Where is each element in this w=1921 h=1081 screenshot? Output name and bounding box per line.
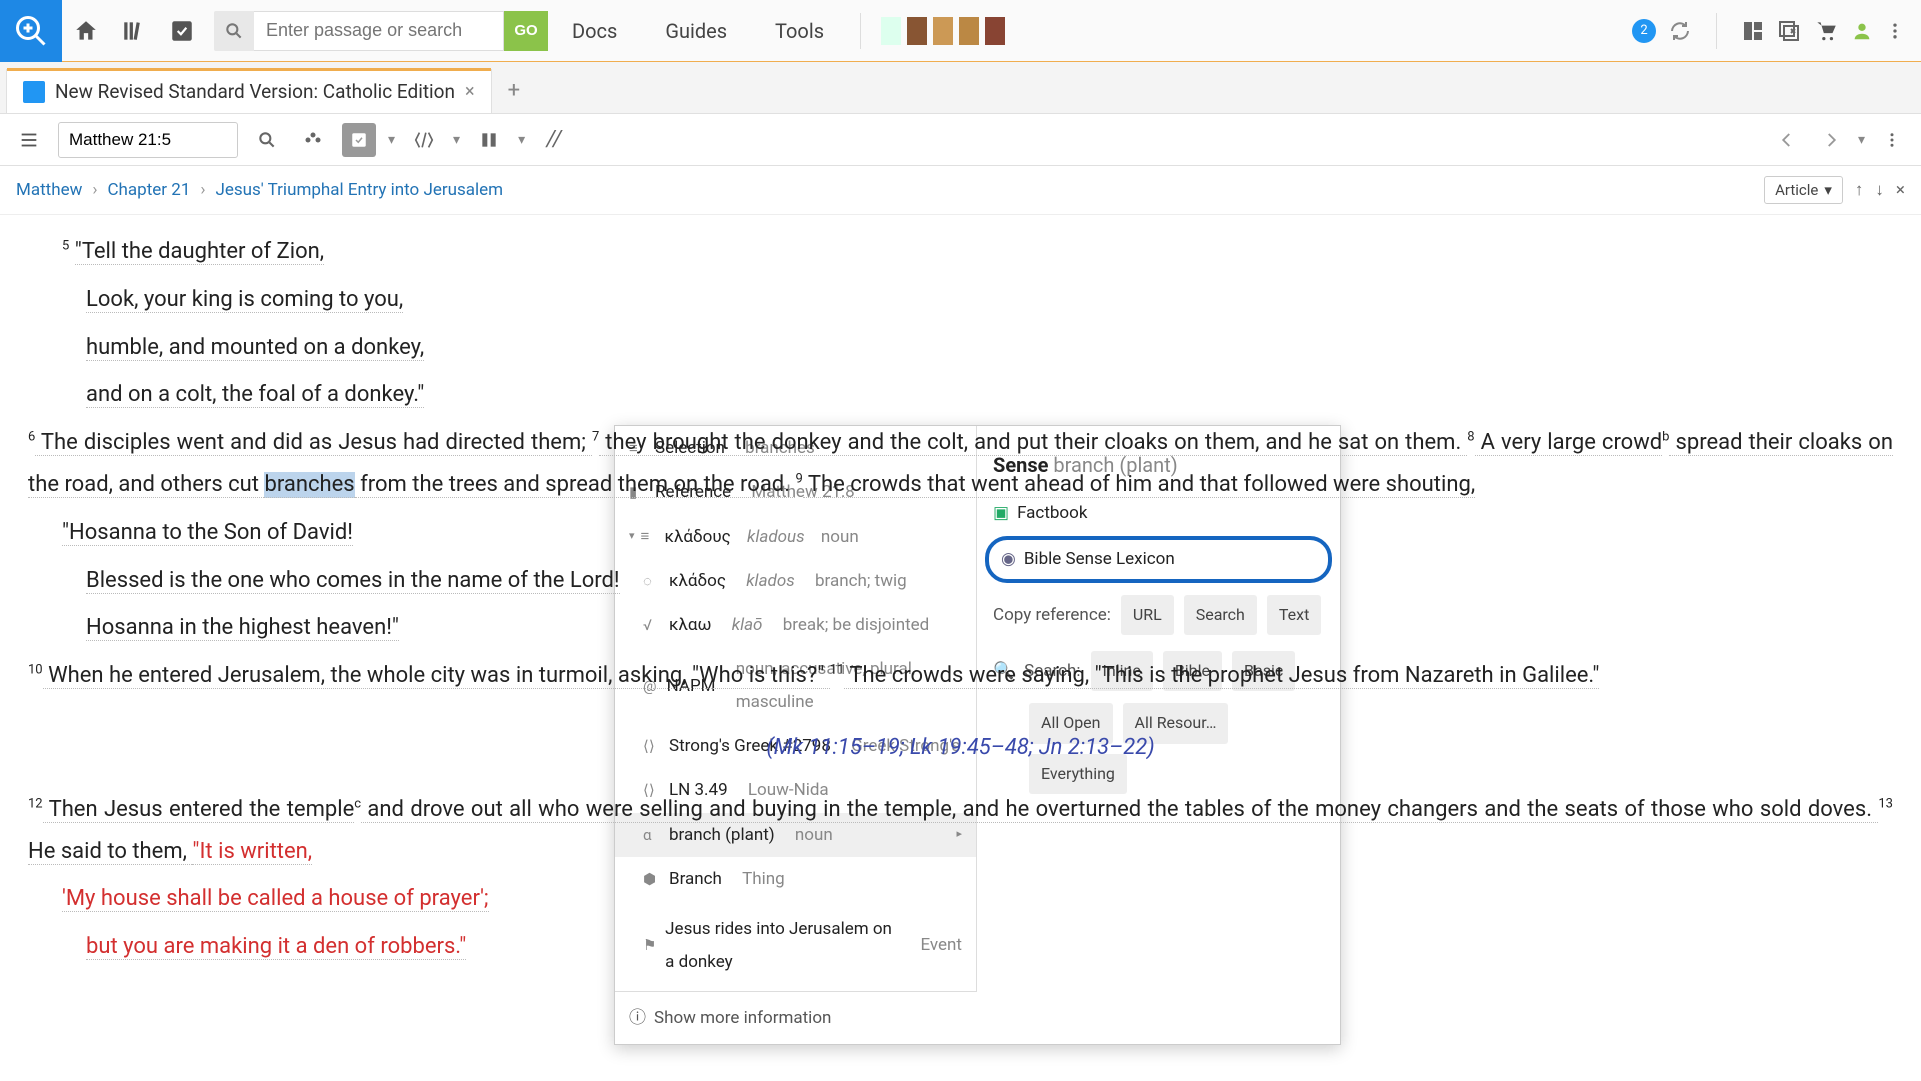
verse-text: and drove out all who were selling and b… [361, 797, 1878, 823]
tab-add-button[interactable]: + [492, 68, 536, 113]
verse-text: He said to them, [28, 839, 192, 865]
nav-tools[interactable]: Tools [751, 19, 848, 43]
topbar-right: 2 [1632, 13, 1921, 49]
verse-text: "Hosanna to the Son of David! [62, 520, 353, 546]
reference-input[interactable] [58, 122, 238, 158]
nav-forward-icon[interactable] [1814, 123, 1848, 157]
home-icon[interactable] [62, 0, 110, 62]
tab-book-icon [23, 81, 45, 103]
visual-filter-icon[interactable] [342, 123, 376, 157]
shortcut-thumb[interactable] [959, 17, 979, 45]
verse-text: Blessed is the one who comes in the name… [86, 568, 620, 594]
tab-title: New Revised Standard Version: Catholic E… [55, 80, 455, 103]
chevron-down-icon[interactable]: ▾ [388, 132, 395, 148]
tab-strip: New Revised Standard Version: Catholic E… [0, 62, 1921, 114]
verse-number: 10 [28, 663, 43, 678]
verse-number: 11 [830, 663, 845, 678]
layouts-icon[interactable] [1741, 19, 1765, 43]
breadcrumb-chapter[interactable]: Chapter 21 [107, 180, 190, 200]
sync-icon[interactable] [1668, 19, 1692, 43]
verse-text: humble, and mounted on a donkey, [86, 335, 424, 361]
nav-guides[interactable]: Guides [641, 19, 751, 43]
selected-word[interactable]: branches [264, 472, 354, 498]
verse-text: The disciples went and did as Jesus had … [35, 430, 592, 456]
nav-back-icon[interactable] [1770, 123, 1804, 157]
chevron-right-icon: › [200, 180, 205, 200]
words-of-jesus: 'My house shall be called a house of pra… [62, 886, 489, 912]
notification-badge[interactable]: 2 [1632, 19, 1656, 43]
panel-kebab-icon[interactable] [1875, 123, 1909, 157]
locator-close-icon[interactable]: × [1896, 180, 1905, 200]
breadcrumb-book[interactable]: Matthew [16, 180, 82, 200]
tab-nrsvce[interactable]: New Revised Standard Version: Catholic E… [6, 69, 492, 113]
verse-number: 13 [1878, 796, 1893, 811]
chevron-down-icon[interactable]: ▾ [518, 132, 525, 148]
verse-text: Look, your king is coming to you, [86, 287, 403, 313]
search-panel-icon[interactable] [250, 123, 284, 157]
info-icon: ⓘ [629, 1002, 646, 1034]
verse-text: "Tell the daughter of Zion, [75, 239, 324, 265]
verse-text: A very large crowd [1475, 430, 1663, 456]
verse-number: 12 [28, 796, 43, 811]
display-icon[interactable] [296, 123, 330, 157]
interlinear-icon[interactable] [407, 123, 441, 157]
verse-number: 8 [1467, 430, 1474, 445]
verse-text: from the trees and spread them on the ro… [355, 472, 796, 498]
verse-text: The crowds were saying, "This is the pro… [844, 663, 1599, 689]
article-dropdown[interactable]: Article ▾ [1764, 176, 1843, 204]
verse-text: they brought the donkey and the colt, an… [599, 430, 1467, 456]
panel-toolbar: ▾ ▾ ▾ // ▾ [0, 114, 1921, 166]
search-input[interactable] [254, 11, 504, 51]
divider [860, 13, 861, 49]
shortcut-thumb[interactable] [985, 17, 1005, 45]
verse-text: When he entered Jerusalem, the whole cit… [43, 663, 830, 689]
search-icon[interactable] [214, 11, 254, 51]
breadcrumb-section[interactable]: Jesus' Triumphal Entry into Jerusalem [215, 180, 503, 200]
bible-text-content: 5 "Tell the daughter of Zion, Look, your… [0, 215, 1921, 990]
cross-reference[interactable]: (Mk 11:15–19; Lk 19:45–48; Jn 2:13–22) [766, 735, 1154, 760]
shortcut-thumb[interactable] [907, 17, 927, 45]
parallel-icon[interactable]: // [537, 123, 571, 157]
locator-up-icon[interactable]: ↑ [1855, 180, 1864, 200]
verse-text: Hosanna in the highest heaven!" [86, 615, 399, 641]
verse-text: The crowds that went ahead of him and th… [803, 472, 1475, 498]
breadcrumb: Matthew › Chapter 21 › Jesus' Triumphal … [0, 166, 1921, 215]
popup-show-more[interactable]: ⓘShow more information [615, 991, 977, 1044]
shortcut-thumb[interactable] [881, 17, 901, 45]
library-icon[interactable] [110, 0, 158, 62]
verse-text: Then Jesus entered the temple [43, 797, 355, 823]
shortcut-thumbnails [873, 17, 1013, 45]
panel-close-icon[interactable] [1777, 19, 1801, 43]
verse-number: 5 [62, 239, 69, 254]
shortcut-thumb[interactable] [933, 17, 953, 45]
cart-icon[interactable] [1813, 18, 1839, 44]
chevron-down-icon[interactable]: ▾ [1858, 132, 1865, 148]
nav-docs[interactable]: Docs [548, 19, 641, 43]
verse-text: and on a colt, the foal of a donkey." [86, 382, 424, 408]
words-of-jesus: "It is written, [192, 839, 312, 865]
chevron-right-icon: › [92, 180, 97, 200]
chevron-down-icon[interactable]: ▾ [453, 132, 460, 148]
command-search: GO [214, 11, 548, 51]
go-button[interactable]: GO [504, 11, 548, 51]
app-logo-button[interactable] [0, 0, 62, 62]
panel-menu-icon[interactable] [12, 123, 46, 157]
tasks-icon[interactable] [158, 0, 206, 62]
tab-close-icon[interactable]: × [465, 81, 475, 102]
columns-icon[interactable] [472, 123, 506, 157]
words-of-jesus: but you are making it a den of robbers." [86, 934, 466, 960]
verse-number: 9 [795, 472, 802, 487]
user-icon[interactable] [1851, 20, 1873, 42]
kebab-menu-icon[interactable] [1885, 21, 1905, 41]
divider [1716, 13, 1717, 49]
locator-down-icon[interactable]: ↓ [1875, 180, 1884, 200]
top-toolbar: GO Docs Guides Tools 2 [0, 0, 1921, 62]
